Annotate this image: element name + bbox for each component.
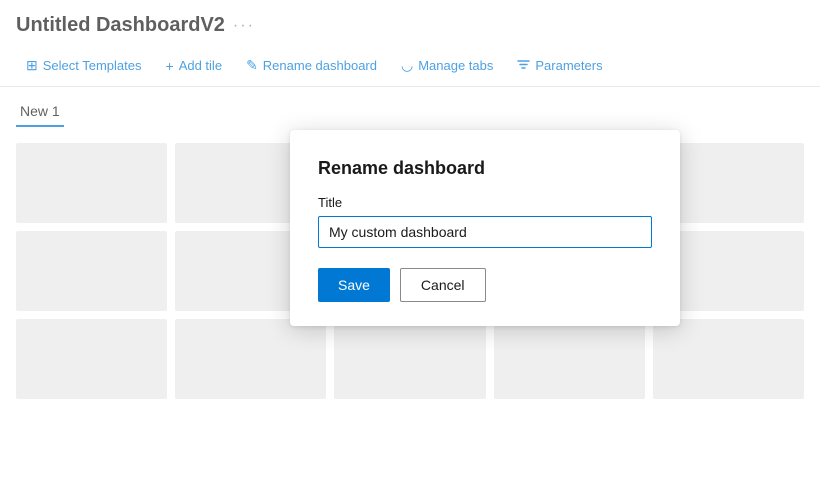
modal-buttons: Save Cancel bbox=[318, 268, 652, 302]
modal-title: Rename dashboard bbox=[318, 158, 652, 179]
rename-dashboard-modal: Rename dashboard Title Save Cancel bbox=[290, 130, 680, 326]
cancel-button[interactable]: Cancel bbox=[400, 268, 486, 302]
dashboard-title-input[interactable] bbox=[318, 216, 652, 248]
title-label: Title bbox=[318, 195, 652, 210]
save-button[interactable]: Save bbox=[318, 268, 390, 302]
